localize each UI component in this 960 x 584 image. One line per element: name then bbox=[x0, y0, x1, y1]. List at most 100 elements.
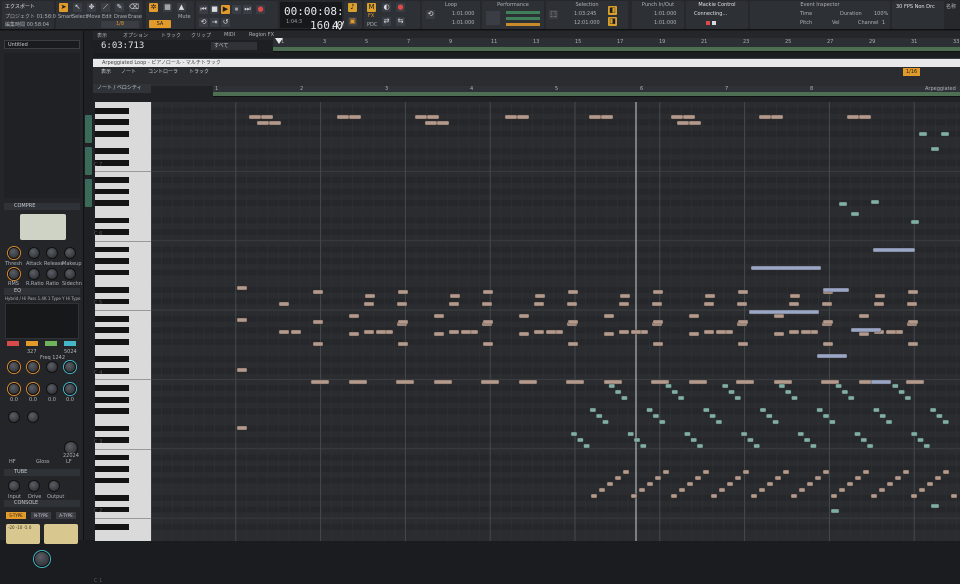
midi-note[interactable] bbox=[630, 329, 642, 335]
midi-note[interactable] bbox=[600, 114, 614, 120]
midi-note[interactable] bbox=[838, 201, 848, 207]
console-type-n[interactable]: N-TYPE bbox=[31, 512, 51, 519]
select-icon[interactable]: ⬚ bbox=[549, 10, 558, 19]
midi-note[interactable] bbox=[533, 301, 545, 307]
midi-note[interactable] bbox=[565, 379, 585, 385]
black-key[interactable] bbox=[95, 119, 129, 126]
midi-note[interactable] bbox=[336, 114, 350, 120]
midi-note[interactable] bbox=[396, 301, 408, 307]
rack-tab[interactable] bbox=[85, 147, 92, 175]
sidechain-knob[interactable] bbox=[64, 268, 76, 280]
midi-note[interactable] bbox=[907, 341, 919, 347]
black-key[interactable] bbox=[95, 148, 129, 154]
black-key[interactable] bbox=[95, 107, 129, 114]
midi-note[interactable] bbox=[671, 389, 678, 395]
midi-note[interactable] bbox=[654, 475, 662, 481]
draw-tool-icon[interactable]: ✎ bbox=[115, 3, 124, 12]
midi-note[interactable] bbox=[773, 331, 785, 337]
m-button[interactable]: M bbox=[367, 3, 376, 12]
piano-menu-item[interactable]: コントローラ bbox=[148, 67, 178, 77]
midi-note[interactable] bbox=[659, 419, 666, 425]
black-key[interactable] bbox=[95, 454, 129, 461]
midi-note[interactable] bbox=[722, 383, 729, 389]
forward-icon[interactable]: ⏭ bbox=[243, 5, 252, 14]
midi-note[interactable] bbox=[748, 309, 820, 315]
midi-note[interactable] bbox=[395, 379, 415, 385]
playhead-marker-icon[interactable] bbox=[275, 38, 283, 44]
compressor-header[interactable]: COMPRE bbox=[4, 203, 80, 210]
piano-roll-ruler[interactable]: Arpeggiated 1 2 3 4 5 6 7 8 bbox=[213, 86, 960, 97]
midi-note[interactable] bbox=[822, 341, 834, 347]
midi-note[interactable] bbox=[397, 289, 409, 295]
midi-note[interactable] bbox=[835, 383, 842, 389]
midi-note[interactable] bbox=[646, 481, 654, 487]
midi-note[interactable] bbox=[942, 469, 950, 475]
midi-note[interactable] bbox=[236, 317, 248, 323]
midi-note[interactable] bbox=[651, 301, 663, 307]
midi-note[interactable] bbox=[433, 313, 445, 319]
eq-band-2[interactable] bbox=[45, 341, 57, 346]
release-knob[interactable] bbox=[46, 247, 58, 259]
eq-gloss-knob[interactable] bbox=[27, 411, 39, 423]
auto-rewind-icon[interactable]: ↺ bbox=[221, 18, 230, 27]
midi-note[interactable] bbox=[942, 419, 949, 425]
midi-note[interactable] bbox=[789, 293, 801, 299]
black-key[interactable] bbox=[95, 338, 129, 345]
midi-note[interactable] bbox=[774, 475, 782, 481]
fx-button[interactable]: FX bbox=[368, 13, 374, 19]
midi-note[interactable] bbox=[619, 293, 631, 299]
rratio-knob[interactable] bbox=[28, 268, 40, 280]
punch-start[interactable]: 1:01:000 bbox=[654, 11, 676, 17]
eq-hf-knob[interactable] bbox=[8, 411, 20, 423]
midi-note[interactable] bbox=[885, 329, 897, 335]
midi-note[interactable] bbox=[750, 265, 822, 271]
midi-note[interactable] bbox=[688, 313, 700, 319]
midi-note[interactable] bbox=[788, 329, 800, 335]
eq-gain-knob[interactable] bbox=[8, 383, 20, 395]
stop-icon[interactable]: ■ bbox=[210, 5, 219, 14]
track-menu-item[interactable]: クリップ bbox=[191, 32, 211, 39]
midi-note[interactable] bbox=[603, 313, 615, 319]
midi-note[interactable] bbox=[570, 431, 578, 437]
midi-note[interactable] bbox=[917, 437, 924, 443]
black-key[interactable] bbox=[95, 217, 129, 224]
tube-output-knob[interactable] bbox=[48, 480, 60, 492]
midi-note[interactable] bbox=[694, 475, 702, 481]
midi-note[interactable] bbox=[790, 493, 798, 499]
midi-note[interactable] bbox=[480, 379, 500, 385]
console-type-a[interactable]: A-TYPE bbox=[56, 512, 76, 519]
snap-grid-icon[interactable]: ▦ bbox=[163, 3, 172, 12]
makeup-knob[interactable] bbox=[64, 247, 76, 259]
midi-note[interactable] bbox=[364, 293, 376, 299]
track-timeline-ruler[interactable]: 1 3 5 7 9 11 13 15 17 19 21 23 25 27 29 31 33 bbox=[273, 38, 960, 52]
midi-note[interactable] bbox=[433, 379, 453, 385]
midi-note[interactable] bbox=[310, 379, 330, 385]
black-key[interactable] bbox=[95, 466, 129, 472]
midi-note[interactable] bbox=[397, 319, 409, 325]
midi-note[interactable] bbox=[718, 487, 726, 493]
midi-note[interactable] bbox=[838, 487, 846, 493]
midi-note[interactable] bbox=[646, 407, 653, 413]
midi-note[interactable] bbox=[348, 331, 360, 337]
record-icon[interactable]: ● bbox=[256, 5, 265, 14]
midi-note[interactable] bbox=[870, 379, 892, 385]
midi-note[interactable] bbox=[929, 407, 937, 413]
midi-note[interactable] bbox=[750, 493, 758, 499]
black-key[interactable] bbox=[95, 315, 129, 322]
midi-note[interactable] bbox=[618, 301, 630, 307]
midi-note[interactable] bbox=[830, 508, 840, 514]
ev-duration-value[interactable]: 100% bbox=[874, 11, 888, 17]
console-trim-knob[interactable] bbox=[34, 551, 50, 567]
midi-note[interactable] bbox=[348, 379, 368, 385]
midi-note[interactable] bbox=[846, 114, 860, 120]
midi-note[interactable] bbox=[482, 289, 494, 295]
note-grid[interactable] bbox=[151, 102, 960, 541]
midi-note[interactable] bbox=[652, 319, 664, 325]
midi-note[interactable] bbox=[870, 199, 880, 205]
midi-note[interactable] bbox=[736, 301, 748, 307]
midi-note[interactable] bbox=[567, 341, 579, 347]
midi-note[interactable] bbox=[710, 493, 718, 499]
black-key[interactable] bbox=[95, 408, 129, 415]
midi-note[interactable] bbox=[874, 293, 886, 299]
rewind-icon[interactable]: ⏮ bbox=[199, 5, 208, 14]
